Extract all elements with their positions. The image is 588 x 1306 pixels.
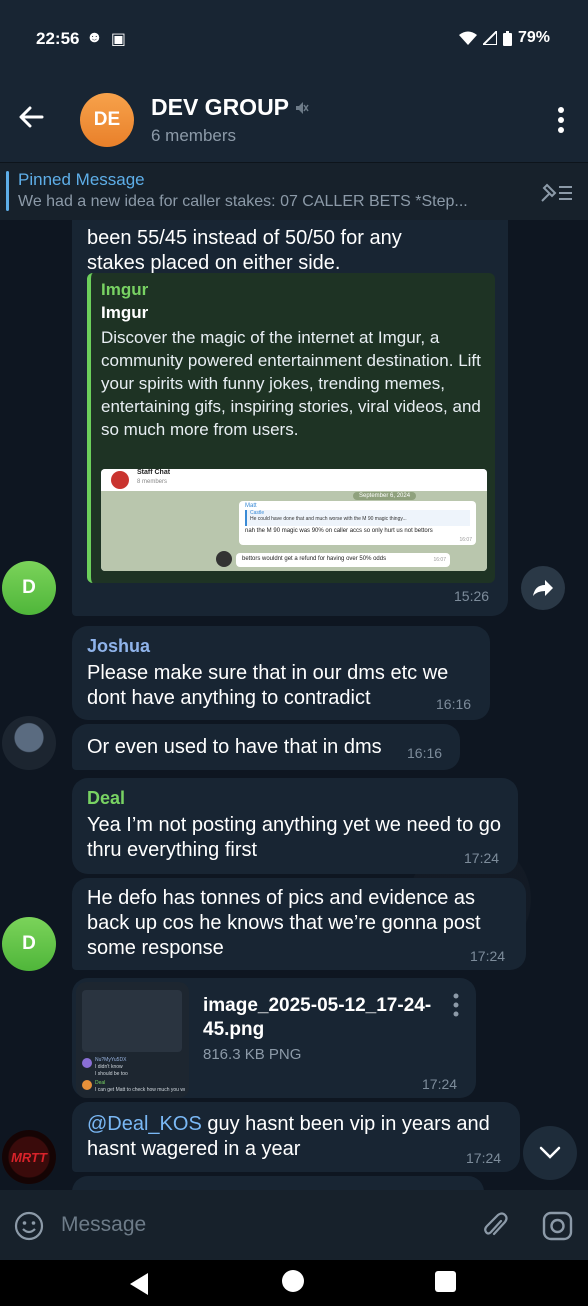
status-bar: 22:56 ☻ ▣ 79%	[0, 0, 588, 76]
message-text: been 55/45 instead of 50/50 for any stak…	[87, 227, 402, 274]
scroll-to-bottom-button[interactable]	[523, 1126, 577, 1180]
pinned-indicator	[6, 171, 9, 211]
preview-message: bettors wouldnt get a refund for having …	[236, 553, 450, 567]
preview-sender: Matt	[245, 503, 257, 509]
status-time: 22:56	[36, 29, 80, 48]
preview-line: nah the M 90 magic was 90% on caller acc…	[245, 528, 433, 534]
thumb-name: Nu?MyYu5DX	[95, 1057, 127, 1063]
message-text: @Deal_KOS guy hasnt been vip in years an…	[87, 1112, 507, 1162]
preview-chat-title: Staff Chat	[137, 469, 171, 476]
preview-quote: Castle He could have done that and much …	[245, 510, 470, 526]
forward-icon	[533, 580, 553, 596]
forward-button[interactable]	[521, 566, 565, 610]
file-options-icon[interactable]	[452, 993, 460, 1017]
link-title: Imgur	[101, 303, 149, 322]
nav-back-icon[interactable]	[128, 1272, 150, 1296]
message-bubble[interactable]	[72, 1176, 484, 1190]
preview-message: Matt Castle He could have done that and …	[239, 501, 476, 545]
thumb-avatar	[82, 1080, 92, 1090]
wifi-icon	[458, 31, 477, 45]
message-text: Please make sure that in our dms etc we …	[87, 662, 449, 709]
chat-title[interactable]: DEV GROUP	[151, 94, 309, 121]
message-bubble[interactable]: @Deal_KOS guy hasnt been vip in years an…	[72, 1102, 520, 1172]
notification-icon: ☻	[86, 29, 103, 46]
link-preview[interactable]: Imgur Imgur Discover the magic of the in…	[87, 273, 495, 583]
message-bubble[interactable]: been 55/45 instead of 50/50 for any stak…	[72, 220, 508, 616]
message-list[interactable]: been 55/45 instead of 50/50 for any stak…	[0, 220, 588, 1190]
preview-chat-avatar	[111, 471, 129, 489]
message-time: 17:24	[464, 850, 500, 866]
camera-icon[interactable]	[542, 1211, 573, 1241]
preview-chat-members: 8 members	[137, 479, 168, 485]
nav-home-icon[interactable]	[282, 1270, 304, 1292]
sim-icon: ▣	[110, 31, 126, 48]
preview-sender-avatar	[216, 551, 232, 567]
chat-header: DE DEV GROUP 6 members	[0, 76, 588, 162]
thumb-line: I didn't know	[95, 1064, 123, 1070]
battery-percent: 79%	[517, 29, 550, 46]
message-text: He defo has tonnes of pics and evidence …	[87, 887, 481, 959]
thumb-avatar	[82, 1058, 92, 1068]
sender-name: Deal	[87, 788, 126, 808]
link-preview-image[interactable]: Staff Chat 8 members September 6, 2024 M…	[101, 469, 487, 571]
message-time: 17:24	[422, 1076, 458, 1092]
file-thumbnail[interactable]: Nu?MyYu5DX I didn't know I should be too…	[76, 982, 189, 1098]
nav-recents-icon[interactable]	[435, 1271, 456, 1292]
thumb-name: Deal	[95, 1080, 106, 1086]
message-input[interactable]: Message	[61, 1213, 146, 1237]
link-description: Discover the magic of the internet at Im…	[101, 328, 481, 439]
thumb-line: I can get Matt to check how much you wou…	[95, 1087, 185, 1093]
back-arrow-icon[interactable]	[16, 102, 46, 132]
preview-time: 16:07	[459, 537, 472, 543]
pinned-text: We had a new idea for caller stakes: 07 …	[18, 193, 468, 210]
sender-avatar[interactable]	[2, 716, 56, 770]
message-text: Yea I’m not posting anything yet we need…	[87, 814, 501, 861]
pinned-list-icon[interactable]	[540, 179, 574, 205]
message-time: 17:24	[470, 948, 506, 964]
emoji-icon[interactable]	[14, 1211, 44, 1241]
thumb-line: I should be too	[95, 1071, 128, 1077]
battery-icon	[502, 30, 512, 46]
message-bubble[interactable]: Or even used to have that in dms 16:16	[72, 724, 460, 770]
thumb-block	[82, 990, 182, 1052]
chevron-down-icon	[539, 1146, 561, 1159]
signal-icon	[482, 31, 497, 45]
message-text: Or even used to have that in dms	[87, 736, 382, 758]
message-composer: Message	[0, 1190, 588, 1260]
preview-quote-text: He could have done that and much worse w…	[250, 516, 407, 522]
chat-title-text: DEV GROUP	[151, 94, 290, 120]
preview-line: bettors wouldnt get a refund for having …	[242, 556, 387, 562]
system-navigation-bar	[0, 1260, 588, 1306]
group-avatar[interactable]: DE	[80, 93, 134, 147]
preview-time: 16:07	[433, 557, 446, 563]
more-options-icon[interactable]	[556, 106, 566, 134]
sender-avatar[interactable]: D	[2, 917, 56, 971]
sender-avatar[interactable]: MRTT	[2, 1130, 56, 1184]
pinned-message-bar[interactable]: Pinned Message We had a new idea for cal…	[0, 162, 588, 220]
message-time: 17:24	[466, 1150, 502, 1166]
message-time: 16:16	[407, 745, 443, 761]
file-name: image_2025-05-12_17-24-45.png	[203, 995, 432, 1040]
muted-icon	[296, 101, 309, 114]
member-count: 6 members	[151, 126, 237, 145]
preview-date: September 6, 2024	[353, 492, 417, 500]
message-time: 15:26	[454, 588, 490, 604]
message-bubble[interactable]: He defo has tonnes of pics and evidence …	[72, 878, 526, 970]
message-bubble[interactable]: Joshua Please make sure that in our dms …	[72, 626, 490, 720]
pinned-label: Pinned Message	[18, 170, 145, 189]
sender-avatar[interactable]: D	[2, 561, 56, 615]
message-bubble[interactable]: Deal Yea I’m not posting anything yet we…	[72, 778, 518, 874]
sender-name: Joshua	[87, 636, 151, 656]
mention-link[interactable]: @Deal_KOS	[87, 1113, 202, 1135]
attach-icon[interactable]	[481, 1211, 509, 1241]
message-time: 16:16	[436, 696, 472, 712]
link-site: Imgur	[101, 280, 149, 299]
preview-chat-header: Staff Chat 8 members	[101, 469, 487, 491]
file-size: 816.3 KB PNG	[203, 1046, 302, 1063]
